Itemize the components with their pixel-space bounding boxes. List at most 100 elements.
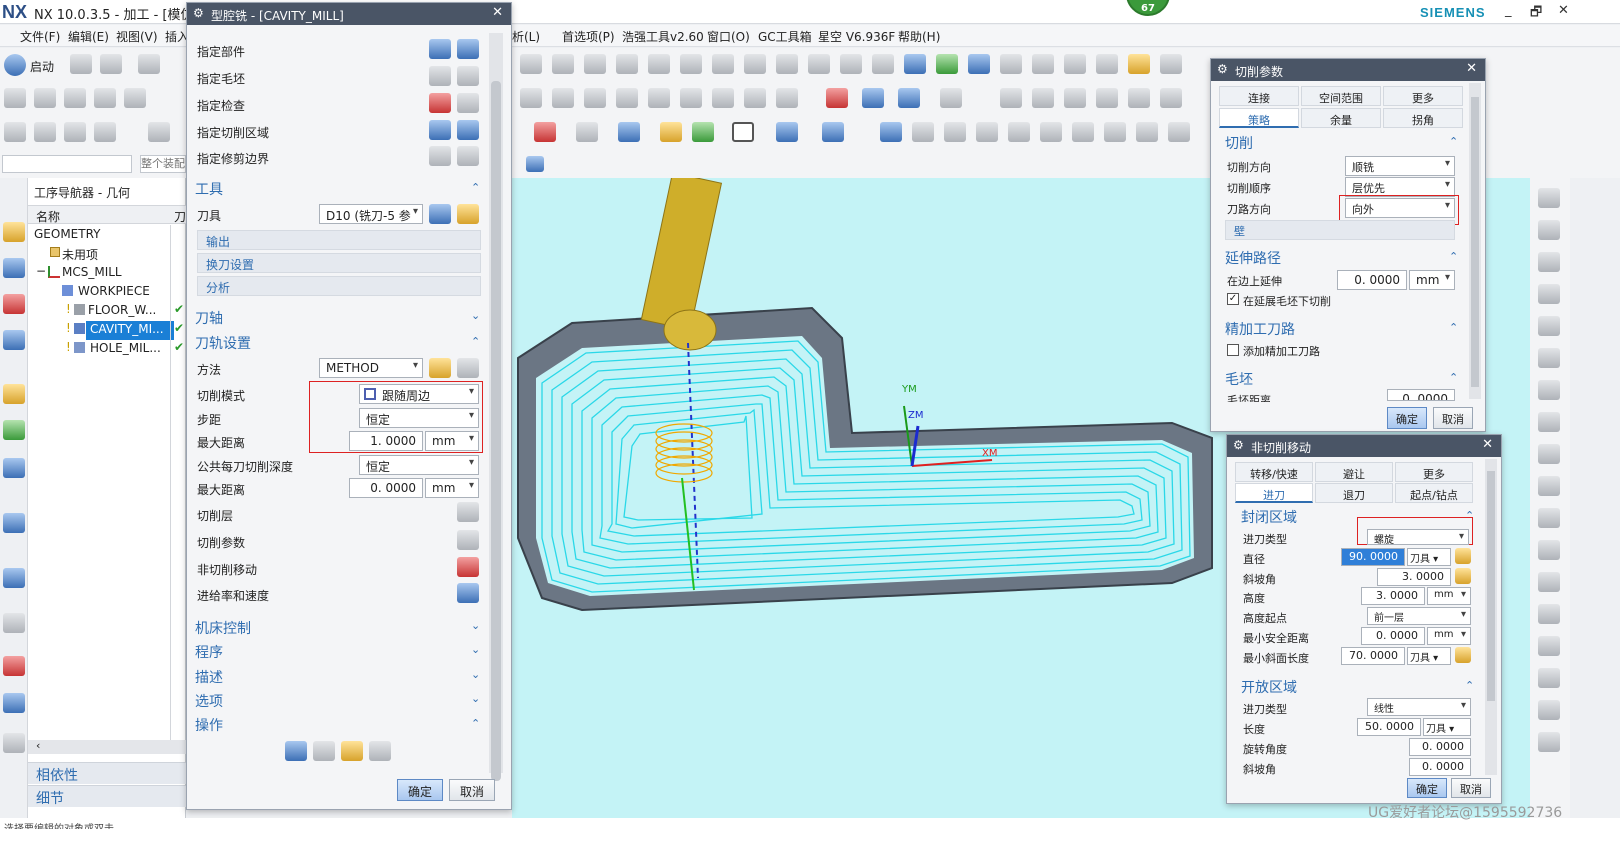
tool-icon-19[interactable]	[1096, 54, 1118, 74]
tab-start-drill-points[interactable]: 起点/钻点	[1395, 483, 1473, 503]
cutting-params-icon[interactable]	[457, 530, 479, 550]
open-engage-type-select[interactable]: 线性	[1367, 698, 1471, 716]
tool-icon-30[interactable]	[776, 88, 798, 108]
tab-stock[interactable]: 余量	[1301, 108, 1381, 128]
resource-icon-3[interactable]	[3, 294, 25, 314]
extend-edge-input[interactable]: 0. 0000	[1337, 270, 1407, 290]
tool-icon-22[interactable]	[520, 88, 542, 108]
flashlight-icon[interactable]	[457, 93, 479, 113]
expand-chevron-icon[interactable]: ⌄	[471, 309, 480, 322]
tool-icon-49[interactable]	[1168, 122, 1190, 142]
tree-row-cavity-mill[interactable]: ! CAVITY_MI... ✔	[28, 321, 186, 340]
tool-section-header[interactable]: 工具	[195, 179, 223, 199]
menu-xingkong[interactable]: 星空 V6.936F	[818, 28, 895, 45]
actions-header[interactable]: 操作	[195, 715, 223, 735]
notification-badge[interactable]: 67	[1126, 0, 1170, 16]
dialog-titlebar[interactable]: ⚙ 切削参数 ✕	[1211, 59, 1485, 81]
toolbar-icon-a[interactable]	[4, 88, 26, 108]
cut-section-header[interactable]: 切削	[1225, 133, 1253, 153]
tree-row-geometry[interactable]: GEOMETRY	[28, 226, 178, 245]
height-input[interactable]: 3. 0000	[1361, 587, 1425, 605]
tool-icon-33[interactable]	[898, 88, 920, 108]
right-icon-5[interactable]	[1538, 316, 1560, 336]
extend-path-header[interactable]: 延伸路径	[1225, 248, 1281, 268]
tool-change-subsection[interactable]: 换刀设置	[197, 253, 481, 273]
tab-retract[interactable]: 退刀	[1315, 483, 1393, 503]
tool-icon-42[interactable]	[944, 122, 966, 142]
min-clearance-input[interactable]: 0. 0000	[1361, 627, 1425, 645]
dialog-scrollbar[interactable]	[1469, 83, 1481, 399]
tool-icon-46[interactable]	[1072, 122, 1094, 142]
checkbox-unchecked-icon[interactable]	[1227, 344, 1239, 356]
tree-row-workpiece[interactable]: WORKPIECE	[28, 283, 178, 302]
max-distance-unit[interactable]: mm	[425, 431, 479, 451]
right-icon-10[interactable]	[1538, 476, 1560, 496]
resource-icon-7[interactable]	[3, 458, 25, 478]
toolbar-icon-j[interactable]	[148, 122, 170, 142]
tool-icon-13[interactable]	[904, 54, 926, 74]
tool-icon-6[interactable]	[680, 54, 702, 74]
tool-icon-36[interactable]	[1032, 88, 1054, 108]
checkbox-checked-icon[interactable]: ✓	[1227, 293, 1239, 305]
tool-icon-17[interactable]	[1032, 54, 1054, 74]
collapse-chevron-icon[interactable]: ⌃	[471, 181, 480, 194]
wrench-icon[interactable]	[457, 358, 479, 378]
flashlight-icon[interactable]	[457, 146, 479, 166]
tool-icon-38[interactable]	[1096, 88, 1118, 108]
clock-icon[interactable]	[3, 613, 25, 633]
dialog-scrollbar[interactable]	[1485, 459, 1497, 775]
menu-gc-toolbox[interactable]: GC工具箱	[758, 28, 812, 45]
resource-icon-12[interactable]	[3, 733, 25, 753]
select-cut-area-icon[interactable]	[429, 120, 451, 140]
tool-icon-1[interactable]	[520, 54, 542, 74]
selection-filter[interactable]	[2, 155, 132, 173]
expand-chevron-icon[interactable]: ⌄	[471, 643, 480, 656]
cut-levels-icon[interactable]	[457, 502, 479, 522]
tool-icon-26[interactable]	[648, 88, 670, 108]
fit-view-icon[interactable]	[534, 122, 556, 142]
max-distance-input[interactable]: 1. 0000	[349, 431, 423, 451]
expand-chevron-icon[interactable]: ⌄	[471, 692, 480, 705]
resource-icon-5[interactable]	[3, 384, 25, 404]
height-from-select[interactable]: 前一层	[1367, 607, 1471, 625]
tool-icon-39[interactable]	[1128, 88, 1150, 108]
common-depth-select[interactable]: 恒定	[359, 455, 479, 475]
resource-icon-1[interactable]	[3, 222, 25, 242]
blank-distance-input[interactable]: 0. 0000	[1387, 389, 1455, 401]
menu-haoqiang-tools[interactable]: 浩强工具v2.60	[622, 28, 704, 45]
scroll-left-icon[interactable]: ‹	[36, 739, 40, 752]
expand-chevron-icon[interactable]: ⌄	[471, 668, 480, 681]
menu-edit[interactable]: 编辑(E)	[68, 28, 109, 45]
tab-strategy[interactable]: 策略	[1219, 108, 1299, 128]
lock-icon[interactable]	[1455, 647, 1471, 663]
tool-icon-12[interactable]	[872, 54, 894, 74]
open-file-icon[interactable]	[100, 54, 122, 74]
right-icon-7[interactable]	[1538, 380, 1560, 400]
feeds-speeds-icon[interactable]	[457, 583, 479, 603]
collapse-chevron-icon[interactable]: ⌃	[1449, 321, 1458, 334]
tool-icon-40[interactable]	[1160, 88, 1182, 108]
tool-icon-11[interactable]	[840, 54, 862, 74]
dialog-scrollbar[interactable]	[489, 33, 503, 781]
tool-icon-10[interactable]	[808, 54, 830, 74]
toolbar-icon-f[interactable]	[4, 122, 26, 142]
tool-icon-4[interactable]	[616, 54, 638, 74]
select-check-icon[interactable]	[429, 93, 451, 113]
right-icon-1[interactable]	[1538, 188, 1560, 208]
right-icon-12[interactable]	[1538, 540, 1560, 560]
undo-icon[interactable]	[138, 54, 160, 74]
path-settings-header[interactable]: 刀轨设置	[195, 333, 251, 353]
diameter-unit[interactable]: 刀具 ▾	[1407, 548, 1451, 566]
tree-row-hole-mill[interactable]: ! HOLE_MIL... ✔	[28, 340, 186, 359]
parts-icon[interactable]	[880, 122, 902, 142]
tool-icon-21[interactable]	[1160, 54, 1182, 74]
flashlight-icon[interactable]	[457, 66, 479, 86]
toolbar-icon-h[interactable]	[64, 122, 86, 142]
flashlight-icon[interactable]	[457, 39, 479, 59]
resource-icon-6[interactable]	[3, 420, 25, 440]
menu-window[interactable]: 窗口(O)	[707, 28, 750, 45]
flashlight-icon[interactable]	[457, 120, 479, 140]
toolbar-icon-e[interactable]	[124, 88, 146, 108]
tool-icon-20[interactable]	[1128, 54, 1150, 74]
tab-connect[interactable]: 连接	[1219, 86, 1299, 106]
